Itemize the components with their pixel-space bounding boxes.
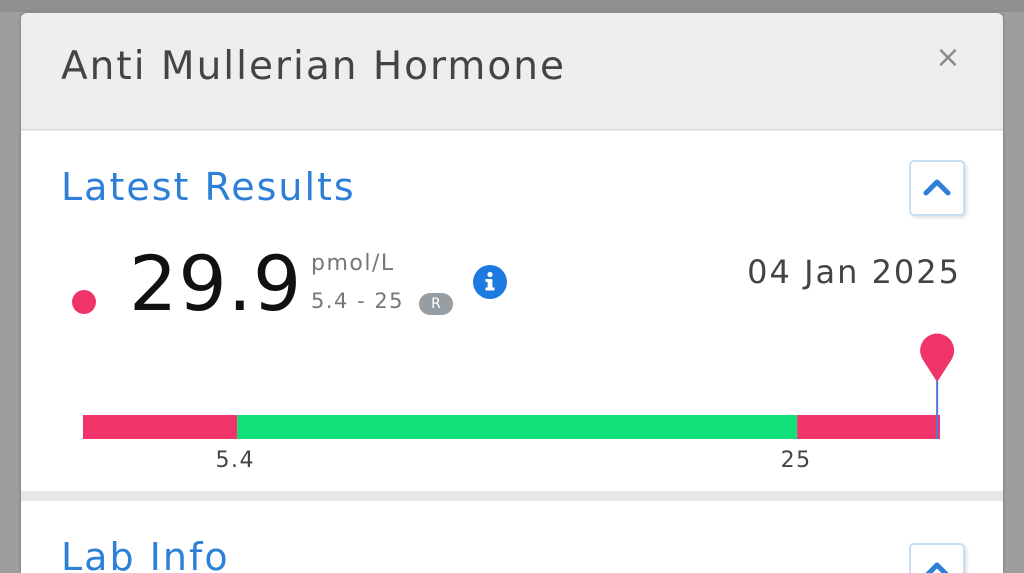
range-label-high: 25 xyxy=(781,448,812,473)
range-segment-low xyxy=(83,415,238,439)
modal-header: Anti Mullerian Hormone × xyxy=(21,13,1003,130)
result-date: 04 Jan 2025 xyxy=(747,253,961,291)
lab-info-card: Lab Info xyxy=(21,501,1003,573)
latest-results-card: Latest Results 29.9 pmol/L 5.4 - 25 R 04… xyxy=(21,131,1003,491)
result-marker-pin-icon xyxy=(920,333,955,382)
close-button[interactable]: × xyxy=(933,43,963,73)
lab-info-title: Lab Info xyxy=(61,535,230,573)
result-value: 29.9 xyxy=(129,239,303,328)
reference-range: 5.4 - 25 xyxy=(311,289,405,313)
range-label-low: 5.4 xyxy=(216,448,256,473)
backdrop xyxy=(0,0,1024,12)
range-segment-normal xyxy=(237,415,798,439)
range-segment-high xyxy=(797,415,940,439)
section-divider xyxy=(21,491,1003,501)
chevron-up-icon xyxy=(925,562,949,573)
info-icon[interactable] xyxy=(473,265,507,299)
latest-results-title: Latest Results xyxy=(61,165,356,209)
result-modal: Anti Mullerian Hormone × Latest Results … xyxy=(21,13,1003,573)
collapse-lab-info-button[interactable] xyxy=(909,543,965,573)
chevron-up-icon xyxy=(923,179,951,196)
status-dot xyxy=(72,290,96,314)
result-unit: pmol/L xyxy=(311,251,395,276)
modal-title: Anti Mullerian Hormone xyxy=(61,44,566,89)
range-badge: R xyxy=(419,293,453,315)
close-icon: × xyxy=(935,40,961,75)
collapse-results-button[interactable] xyxy=(909,160,965,216)
range-bar-chart: 5.4 25 xyxy=(83,333,955,473)
